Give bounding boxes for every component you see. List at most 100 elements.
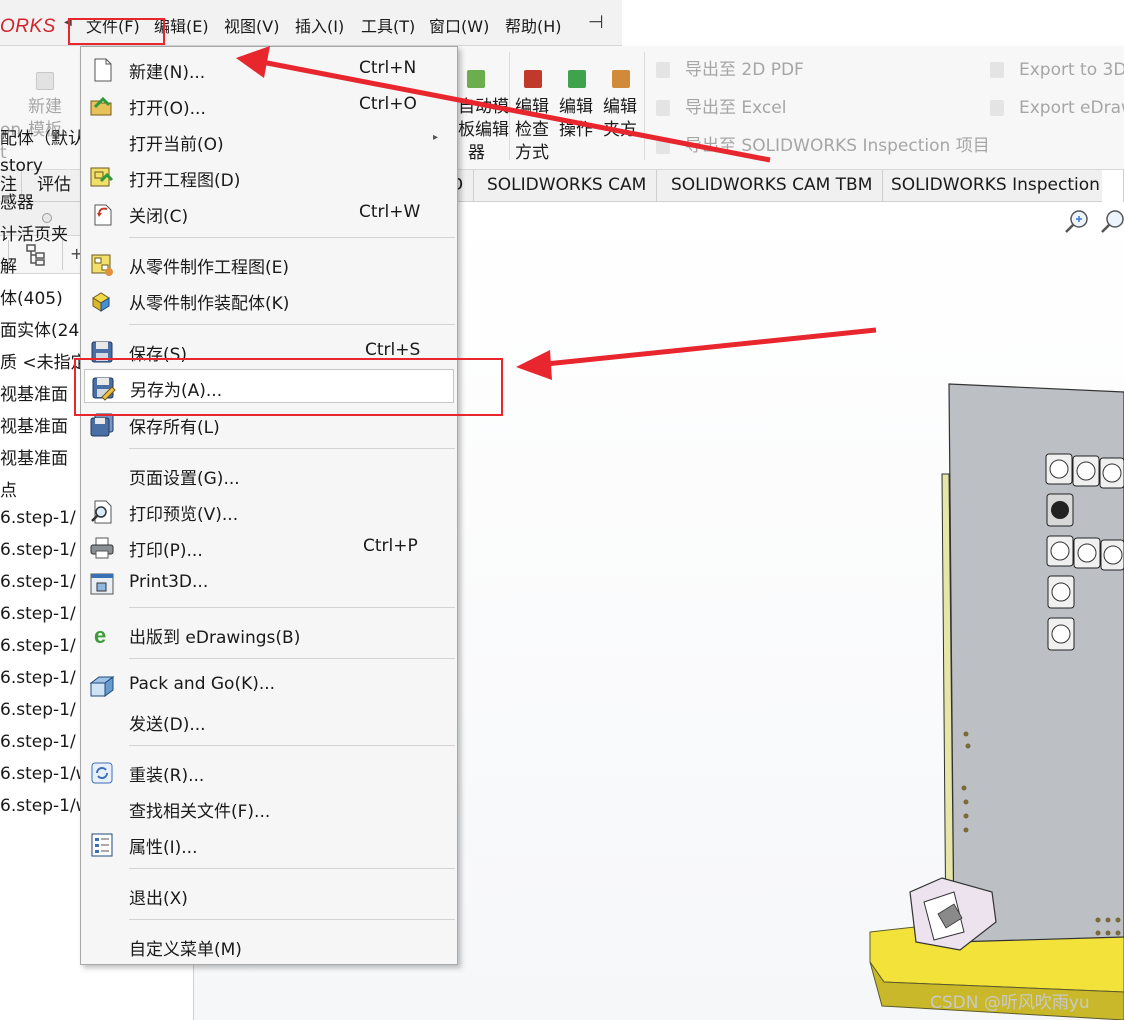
tree-item[interactable]: story bbox=[0, 156, 43, 176]
new-document-icon bbox=[94, 58, 112, 82]
menu-item-print-preview[interactable]: 打印预览(V)... bbox=[81, 494, 457, 528]
menu-item-publish-edrawings[interactable]: e 出版到 eDrawings(B) bbox=[81, 617, 457, 651]
tab-solidworks-cam-tbm[interactable]: SOLIDWORKS CAM TBM bbox=[661, 170, 884, 202]
edit-operation-icon[interactable] bbox=[568, 70, 586, 88]
config-manager-icon[interactable] bbox=[24, 243, 48, 267]
menu-insert[interactable]: 插入(I) bbox=[295, 13, 344, 37]
menu-item-label: 页面设置(G)... bbox=[129, 469, 240, 489]
menu-item-pack-and-go[interactable]: Pack and Go(K)... bbox=[81, 668, 457, 702]
export-pdf-button[interactable]: 导出至 2D PDF bbox=[685, 59, 804, 82]
tree-item[interactable]: 计活页夹 bbox=[0, 220, 68, 245]
menu-item-print3d[interactable]: Print3D... bbox=[81, 566, 457, 600]
tree-item[interactable]: 6.step-1/ bbox=[0, 604, 76, 624]
zoom-to-fit-icon[interactable] bbox=[1064, 208, 1090, 234]
menu-item-label: 保存所有(L) bbox=[129, 418, 220, 438]
menu-separator bbox=[129, 745, 455, 746]
menu-item-page-setup[interactable]: 页面设置(G)... bbox=[81, 458, 457, 492]
open-drawing-icon bbox=[90, 167, 114, 187]
menu-item-make-assembly[interactable]: 从零件制作装配体(K) bbox=[81, 283, 457, 317]
export-3d-icon bbox=[990, 62, 1004, 78]
export-excel-button[interactable]: 导出至 Excel bbox=[685, 97, 786, 120]
tree-item[interactable]: 解 bbox=[0, 252, 17, 277]
menu-item-label: 从零件制作工程图(E) bbox=[129, 258, 290, 278]
ribbon-separator bbox=[509, 52, 510, 160]
menu-item-label: 打开(O)... bbox=[129, 99, 206, 119]
export-edrawings-button[interactable]: Export eDrawi bbox=[1019, 97, 1124, 120]
tree-item[interactable]: 6.step-1/ bbox=[0, 636, 76, 656]
menu-item-label: 关闭(C) bbox=[129, 207, 189, 227]
menu-item-shortcut: Ctrl+O bbox=[359, 94, 417, 114]
menu-item-make-drawing[interactable]: 从零件制作工程图(E) bbox=[81, 247, 457, 281]
export-inspection-icon bbox=[656, 138, 670, 154]
menu-item-label: 发送(D)... bbox=[129, 715, 206, 735]
tree-item[interactable]: 配体（默认 bbox=[0, 124, 85, 149]
export-3d-button[interactable]: Export to 3D P bbox=[1019, 59, 1124, 82]
tree-item[interactable]: 6.step-1/ bbox=[0, 540, 76, 560]
auto-template-label-2: 板编辑 bbox=[458, 120, 509, 140]
annotation-box-file-menu bbox=[68, 18, 165, 45]
auto-template-icon[interactable] bbox=[467, 70, 485, 88]
tree-item[interactable]: 视基准面 bbox=[0, 444, 68, 469]
menu-help[interactable]: 帮助(H) bbox=[505, 13, 562, 37]
edit-inspection-label-3: 方式 bbox=[515, 143, 549, 163]
menu-item-close[interactable]: 关闭(C) Ctrl+W bbox=[81, 196, 457, 230]
menu-item-label: 属性(I)... bbox=[129, 838, 198, 858]
tab-solidworks-cam[interactable]: SOLIDWORKS CAM bbox=[477, 170, 658, 202]
tree-item[interactable]: 6.step-1/ bbox=[0, 700, 76, 720]
tree-item[interactable]: 6.step-1/ bbox=[0, 508, 76, 528]
zoom-to-area-icon[interactable] bbox=[1100, 208, 1124, 234]
new-template-icon[interactable] bbox=[36, 72, 54, 90]
menu-separator bbox=[129, 448, 455, 449]
tree-item[interactable]: 视基准面 bbox=[0, 380, 68, 405]
menu-item-find-references[interactable]: 查找相关文件(F)... bbox=[81, 791, 457, 825]
menu-item-print[interactable]: 打印(P)... Ctrl+P bbox=[81, 530, 457, 564]
menu-view[interactable]: 视图(V) bbox=[224, 13, 279, 37]
menu-item-new[interactable]: 新建(N)... Ctrl+N bbox=[81, 52, 457, 86]
menu-item-label: 打开当前(O) bbox=[129, 135, 224, 155]
edit-fixture-icon[interactable] bbox=[612, 70, 630, 88]
pack-and-go-icon bbox=[89, 676, 115, 697]
menu-item-send[interactable]: 发送(D)... bbox=[81, 704, 457, 738]
print-preview-icon bbox=[91, 500, 112, 524]
menu-item-open-current[interactable]: 打开当前(O) ▸ bbox=[81, 124, 457, 158]
file-menu-dropdown: 新建(N)... Ctrl+N 打开(O)... Ctrl+O 打开当前(O) … bbox=[80, 46, 458, 965]
menu-item-open[interactable]: 打开(O)... Ctrl+O bbox=[81, 88, 457, 122]
pin-icon[interactable]: ⊣ bbox=[588, 12, 604, 33]
annotation-box-save-as bbox=[74, 358, 503, 416]
menu-item-label: Pack and Go(K)... bbox=[129, 674, 276, 694]
export-inspection-button[interactable]: 导出至 SOLIDWORKS Inspection 项目 bbox=[685, 135, 990, 158]
menu-item-label: 新建(N)... bbox=[129, 63, 206, 83]
menu-item-shortcut: Ctrl+W bbox=[359, 202, 421, 222]
export-edrawings-icon bbox=[990, 100, 1004, 116]
tab-solidworks-inspection[interactable]: SOLIDWORKS Inspection bbox=[881, 170, 1111, 202]
menu-tools[interactable]: 工具(T) bbox=[361, 13, 415, 37]
tree-item[interactable]: 6.step-1/ bbox=[0, 668, 76, 688]
tree-item[interactable]: 视基准面 bbox=[0, 412, 68, 437]
menu-item-shortcut: Ctrl+S bbox=[365, 340, 421, 360]
auto-template-label-1: 自动模 bbox=[458, 97, 509, 117]
svg-text:e: e bbox=[94, 623, 106, 648]
menu-separator bbox=[129, 919, 455, 920]
menu-item-exit[interactable]: 退出(X) bbox=[81, 878, 457, 912]
menu-item-shortcut: Ctrl+N bbox=[359, 58, 417, 78]
tab-active-blank[interactable] bbox=[1102, 170, 1124, 202]
tree-item[interactable]: 面实体(24 bbox=[0, 316, 79, 341]
tree-item[interactable]: 点 bbox=[0, 476, 17, 501]
tree-item[interactable]: 6.step-1/ bbox=[0, 732, 76, 752]
properties-icon bbox=[91, 833, 113, 857]
menu-item-customize-menu[interactable]: 自定义菜单(M) bbox=[81, 929, 457, 963]
tree-item[interactable]: 6.step-1/ bbox=[0, 572, 76, 592]
menu-separator bbox=[129, 324, 455, 325]
tree-item[interactable]: 体(405) bbox=[0, 284, 63, 309]
edit-operation-label-1: 编辑 bbox=[559, 97, 593, 117]
menu-item-properties[interactable]: 属性(I)... bbox=[81, 827, 457, 861]
menu-item-reload[interactable]: 重装(R)... bbox=[81, 755, 457, 789]
edit-inspection-icon[interactable] bbox=[524, 70, 542, 88]
menu-window[interactable]: 窗口(W) bbox=[429, 13, 489, 37]
menu-item-label: 从零件制作装配体(K) bbox=[129, 294, 290, 314]
menu-item-open-drawing[interactable]: 打开工程图(D) bbox=[81, 160, 457, 194]
tree-item[interactable]: 感器 bbox=[0, 188, 34, 213]
close-document-icon bbox=[94, 204, 112, 226]
menu-separator bbox=[129, 868, 455, 869]
make-drawing-icon bbox=[91, 254, 113, 276]
